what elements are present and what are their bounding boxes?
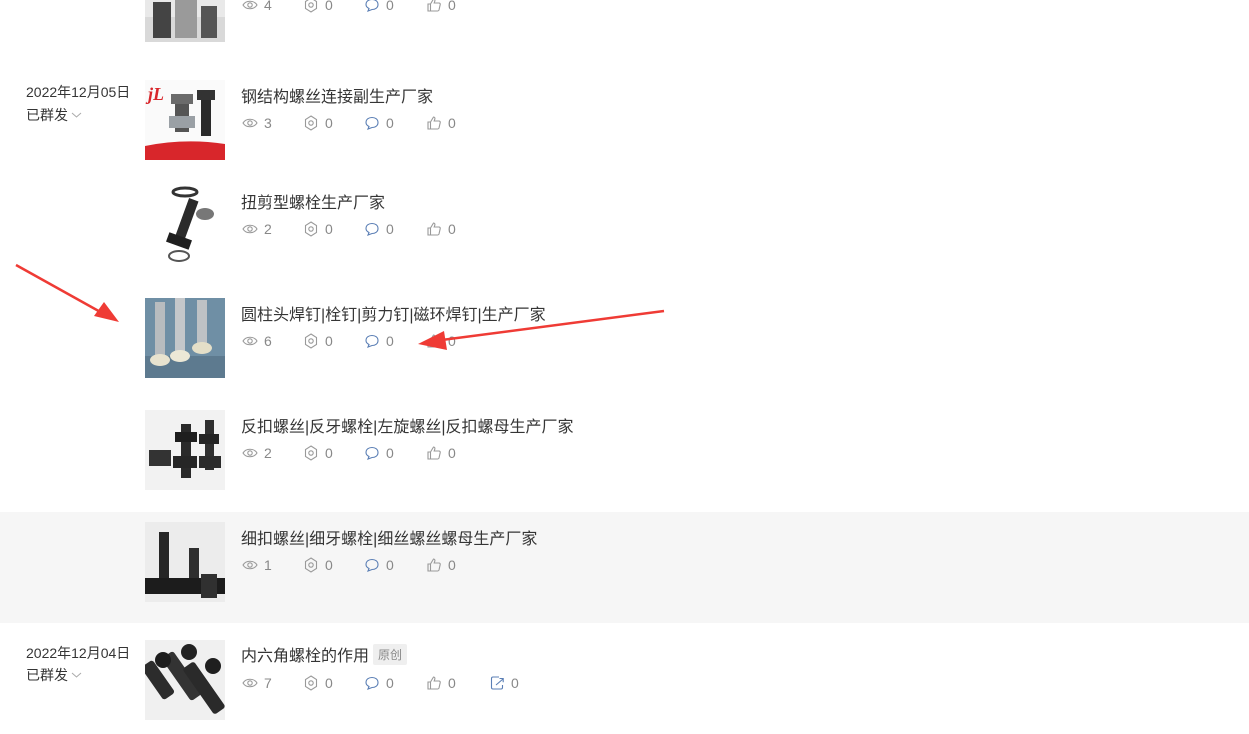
group-status-dropdown[interactable]: 已群发	[26, 665, 82, 685]
article-thumbnail[interactable]	[145, 298, 225, 378]
article-title[interactable]: 反扣螺丝|反牙螺栓|左旋螺丝|反扣螺母生产厂家	[241, 413, 573, 437]
comment-icon	[365, 116, 379, 130]
article-thumbnail[interactable]: jL	[145, 80, 225, 160]
comment-icon	[365, 334, 379, 348]
settings-stat: 0	[303, 675, 340, 691]
original-tag: 原创	[373, 643, 408, 665]
shares-stat: 0	[489, 675, 519, 691]
likes-stat: 0	[426, 557, 465, 573]
views-stat: 3	[242, 115, 279, 131]
group-date: 2022年12月04日	[26, 645, 131, 661]
eye-icon	[242, 336, 258, 346]
likes-stat: 0	[426, 445, 465, 461]
thumbs-up-icon	[427, 676, 441, 690]
eye-icon	[242, 118, 258, 128]
article-stats: 2 0 0 0	[242, 445, 489, 461]
likes-stat: 0	[426, 333, 465, 349]
settings-stat: 0	[303, 0, 340, 13]
likes-stat: 0	[426, 675, 465, 691]
article-stats: 6 0 0 0	[242, 333, 489, 349]
chevron-down-icon	[71, 112, 82, 118]
gear-icon	[304, 333, 318, 349]
settings-stat: 0	[303, 445, 340, 461]
thumbs-up-icon	[427, 558, 441, 572]
eye-icon	[242, 678, 258, 688]
group-date: 2022年12月05日	[26, 84, 131, 100]
article-title[interactable]: 圆柱头焊钉|栓钉|剪力钉|磁环焊钉|生产厂家	[241, 301, 546, 325]
article-thumbnail[interactable]	[145, 640, 225, 720]
svg-text:jL: jL	[145, 84, 164, 104]
article-thumbnail[interactable]	[145, 186, 225, 266]
eye-icon	[242, 560, 258, 570]
gear-icon	[304, 221, 318, 237]
views-stat: 2	[242, 445, 279, 461]
comments-stat: 0	[364, 333, 402, 349]
thumbs-up-icon	[427, 334, 441, 348]
likes-stat: 0	[426, 0, 465, 13]
settings-stat: 0	[303, 115, 340, 131]
article-stats: 7 0 0 0 0	[242, 675, 543, 691]
comment-icon	[365, 558, 379, 572]
article-stats: 1 0 0 0	[242, 557, 489, 573]
comment-icon	[365, 446, 379, 460]
views-stat: 4	[242, 0, 279, 13]
views-stat: 1	[242, 557, 279, 573]
thumbs-up-icon	[427, 0, 441, 12]
thumbs-up-icon	[427, 222, 441, 236]
thumbs-up-icon	[427, 446, 441, 460]
share-icon	[490, 676, 504, 690]
comments-stat: 0	[364, 0, 402, 13]
article-thumbnail[interactable]	[145, 410, 225, 490]
settings-stat: 0	[303, 221, 340, 237]
gear-icon	[304, 557, 318, 573]
views-stat: 6	[242, 333, 279, 349]
article-title[interactable]: 细扣螺丝|细牙螺栓|细丝螺丝螺母生产厂家	[241, 525, 537, 549]
comment-icon	[365, 676, 379, 690]
gear-icon	[304, 115, 318, 131]
article-thumbnail[interactable]	[145, 522, 225, 602]
likes-stat: 0	[426, 221, 465, 237]
article-stats: 4 0 0 0	[242, 0, 489, 13]
eye-icon	[242, 448, 258, 458]
comments-stat: 0	[364, 675, 402, 691]
chevron-down-icon	[71, 672, 82, 678]
comment-icon	[365, 0, 379, 12]
eye-icon	[242, 224, 258, 234]
gear-icon	[304, 0, 318, 13]
group-status-dropdown[interactable]: 已群发	[26, 105, 82, 125]
comment-icon	[365, 222, 379, 236]
settings-stat: 0	[303, 333, 340, 349]
comments-stat: 0	[364, 445, 402, 461]
views-stat: 7	[242, 675, 279, 691]
views-stat: 2	[242, 221, 279, 237]
article-title[interactable]: 钢结构螺丝连接副生产厂家	[241, 83, 433, 107]
thumbs-up-icon	[427, 116, 441, 130]
eye-icon	[242, 0, 258, 10]
gear-icon	[304, 675, 318, 691]
article-title[interactable]: 扭剪型螺栓生产厂家	[241, 189, 385, 213]
comments-stat: 0	[364, 557, 402, 573]
arrow-left	[15, 263, 119, 322]
comments-stat: 0	[364, 221, 402, 237]
gear-icon	[304, 445, 318, 461]
article-title[interactable]: 内六角螺栓的作用 原创	[241, 642, 408, 666]
comments-stat: 0	[364, 115, 402, 131]
article-stats: 2 0 0 0	[242, 221, 489, 237]
likes-stat: 0	[426, 115, 465, 131]
article-stats: 3 0 0 0	[242, 115, 489, 131]
article-thumbnail[interactable]	[145, 0, 225, 42]
settings-stat: 0	[303, 557, 340, 573]
